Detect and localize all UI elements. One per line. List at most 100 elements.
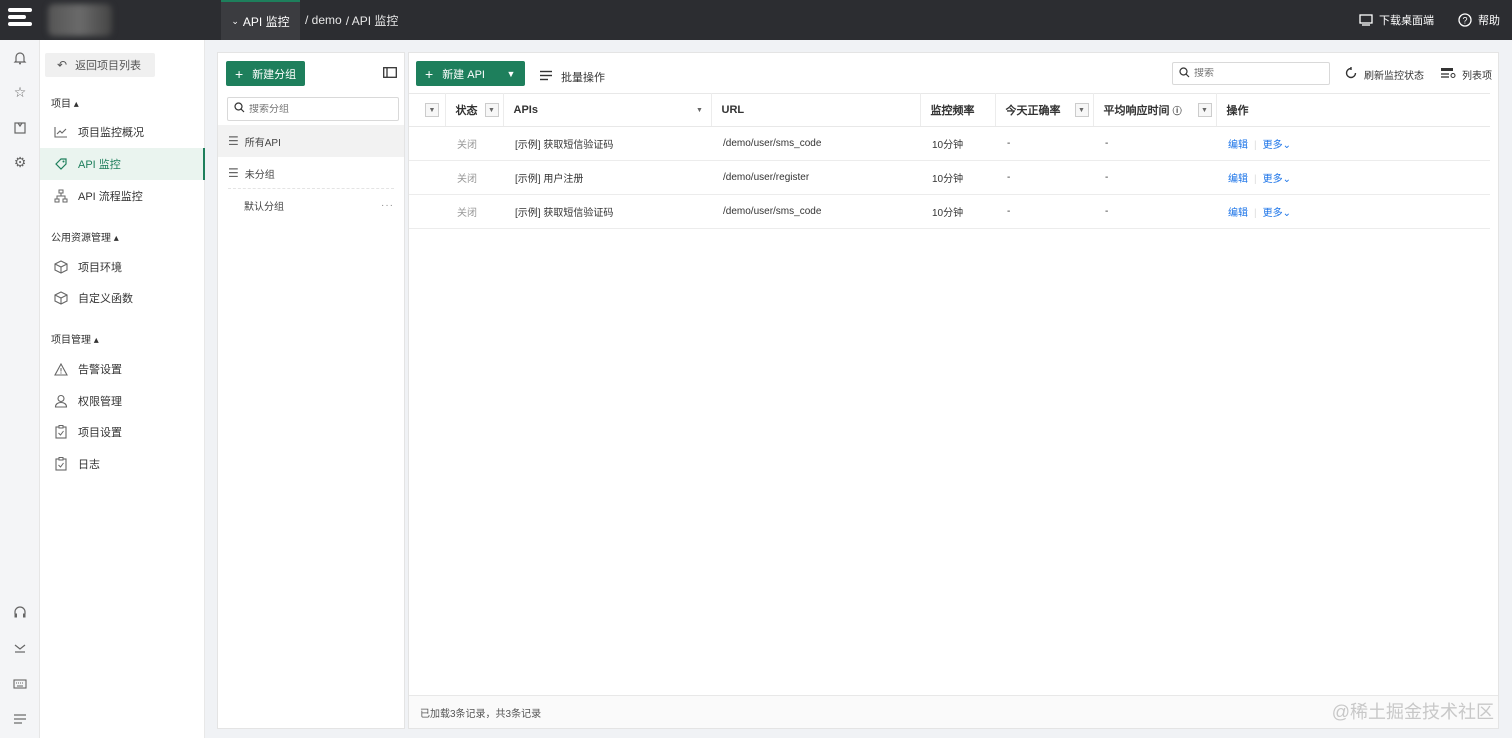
select-column-header: ▼ xyxy=(409,93,446,127)
table-row[interactable]: 关闭 [示例] 用户注册 /demo/user/register 10分钟 - … xyxy=(409,160,1490,195)
sidebar-item-functions[interactable]: 自定义函数 xyxy=(40,282,205,314)
group-item-ungrouped[interactable]: ☰ 未分组 xyxy=(218,157,404,189)
frequency-cell: 10分钟 xyxy=(920,126,995,161)
top-bar: ⌄ API 监控 / demo / API 监控 下载桌面端 ? 帮助 xyxy=(0,0,1512,40)
list-icon xyxy=(539,70,553,84)
section-title-management[interactable]: 项目管理 ▴ xyxy=(51,331,99,346)
new-group-label: 新建分组 xyxy=(252,68,297,81)
api-name-cell[interactable]: [示例] 用户注册 xyxy=(503,160,711,195)
list-icon: ☰ xyxy=(228,166,239,180)
status-cell: 关闭 xyxy=(445,126,503,161)
accuracy-cell: - xyxy=(995,126,1093,161)
dropdown-caret-icon[interactable]: ▼ xyxy=(497,61,525,86)
help-button[interactable]: ? 帮助 xyxy=(1458,12,1500,28)
status-cell: 关闭 xyxy=(445,194,503,229)
column-header-frequency: 监控频率 xyxy=(920,93,996,127)
sidebar-item-environment[interactable]: 项目环境 xyxy=(40,251,205,283)
menu-icon[interactable] xyxy=(11,710,29,728)
icon-rail: ☆ ⚙ xyxy=(0,40,40,738)
back-arrow-icon: ↶ xyxy=(57,58,68,72)
url-cell: /demo/user/sms_code xyxy=(711,126,920,161)
tab-label: API 监控 xyxy=(242,14,290,29)
url-cell: /demo/user/register xyxy=(711,160,920,195)
user-icon xyxy=(54,394,68,408)
plus-icon: + xyxy=(425,65,434,82)
filter-icon[interactable]: ▼ xyxy=(1074,103,1089,117)
table-header-row: ▼ 状态 ▼ APIs ▼ URL 监控频率 今天正确率 ▼ 平均响应时间 ⓘ ▼ 操作 xyxy=(409,93,1490,127)
refresh-status-button[interactable]: 刷新监控状态 xyxy=(1344,65,1424,83)
sidebar-item-settings[interactable]: 项目设置 xyxy=(40,416,205,448)
more-dropdown[interactable]: 更多⌄ xyxy=(1263,174,1291,185)
keyboard-icon[interactable] xyxy=(11,675,29,693)
api-name-cell[interactable]: [示例] 获取短信验证码 xyxy=(503,194,711,229)
svg-text:?: ? xyxy=(1462,16,1467,26)
batch-operation-button[interactable]: 批量操作 xyxy=(539,65,605,89)
new-api-label: 新建 API xyxy=(442,68,485,81)
gear-icon[interactable]: ⚙ xyxy=(11,153,29,171)
edit-link[interactable]: 编辑 xyxy=(1228,140,1248,151)
back-to-projects-button[interactable]: ↶ 返回项目列表 xyxy=(45,53,155,77)
new-api-button[interactable]: + 新建 API ▼ xyxy=(416,61,525,86)
ops-cell: 编辑 | 更多⌄ xyxy=(1216,126,1490,161)
sidebar-item-alerts[interactable]: 告警设置 xyxy=(40,353,205,385)
status-cell: 关闭 xyxy=(445,160,503,195)
headset-icon[interactable] xyxy=(11,603,29,621)
sidebar-item-api-monitor[interactable]: API 监控 xyxy=(40,148,205,180)
sidebar-item-permissions[interactable]: 权限管理 xyxy=(40,385,205,417)
table-row[interactable]: 关闭 [示例] 获取短信验证码 /demo/user/sms_code 10分钟… xyxy=(409,194,1490,229)
list-icon: ☰ xyxy=(228,134,239,148)
cube-icon xyxy=(54,291,68,305)
section-title-resources[interactable]: 公用资源管理 ▴ xyxy=(51,229,119,244)
column-settings-button[interactable]: 列表项 xyxy=(1440,65,1492,83)
sidebar-item-api-flow[interactable]: API 流程监控 xyxy=(40,180,205,212)
logo-icon[interactable] xyxy=(8,8,32,32)
table-row[interactable]: 关闭 [示例] 获取短信验证码 /demo/user/sms_code 10分钟… xyxy=(409,126,1490,161)
more-dropdown[interactable]: 更多⌄ xyxy=(1263,208,1291,219)
collapse-panel-icon[interactable] xyxy=(383,67,397,81)
edit-link[interactable]: 编辑 xyxy=(1228,174,1248,185)
plus-icon: + xyxy=(235,65,244,82)
tab-api-monitor[interactable]: ⌄ API 监控 xyxy=(221,0,300,40)
help-label: 帮助 xyxy=(1478,15,1500,27)
download-desktop-button[interactable]: 下载桌面端 xyxy=(1359,12,1434,28)
column-header-status: 状态 ▼ xyxy=(445,93,504,127)
group-search xyxy=(227,97,399,121)
url-cell: /demo/user/sms_code xyxy=(711,194,920,229)
frequency-cell: 10分钟 xyxy=(920,160,995,195)
api-name-cell[interactable]: [示例] 获取短信验证码 xyxy=(503,126,711,161)
api-search-input[interactable] xyxy=(1194,68,1324,79)
star-icon[interactable]: ☆ xyxy=(11,83,29,101)
group-search-input[interactable] xyxy=(249,103,389,115)
accuracy-cell: - xyxy=(995,160,1093,195)
more-dots-icon[interactable]: ··· xyxy=(381,200,394,211)
sidebar-item-logs[interactable]: 日志 xyxy=(40,448,205,480)
group-item-default[interactable]: 默认分组 ··· xyxy=(218,189,404,221)
sidebar-item-overview[interactable]: 项目监控概况 xyxy=(40,116,205,148)
breadcrumb-project[interactable]: / demo xyxy=(305,13,342,27)
bell-icon[interactable] xyxy=(11,49,29,67)
filter-icon[interactable]: ▼ xyxy=(693,103,707,117)
search-icon xyxy=(234,102,245,116)
avatar[interactable] xyxy=(48,4,112,36)
bag-icon[interactable] xyxy=(11,118,29,136)
download-label: 下载桌面端 xyxy=(1379,15,1434,27)
cube-icon xyxy=(54,260,68,274)
help-icon: ? xyxy=(1458,13,1472,27)
edit-link[interactable]: 编辑 xyxy=(1228,208,1248,219)
refresh-icon xyxy=(1344,66,1358,83)
info-icon[interactable]: ⓘ xyxy=(1173,106,1182,116)
filter-icon[interactable]: ▼ xyxy=(484,103,499,117)
group-panel: + 新建分组 ☰ 所有API ☰ 未分组 默认分组 ··· xyxy=(217,52,405,729)
new-group-button[interactable]: + 新建分组 xyxy=(226,61,305,86)
filter-icon[interactable]: ▼ xyxy=(1197,103,1212,117)
accuracy-cell: - xyxy=(995,194,1093,229)
more-dropdown[interactable]: 更多⌄ xyxy=(1263,140,1291,151)
chevron-down-icon: ⌄ xyxy=(231,15,239,26)
clipboard-icon xyxy=(54,457,68,471)
group-item-all[interactable]: ☰ 所有API xyxy=(218,125,404,157)
column-header-avg-time: 平均响应时间 ⓘ ▼ xyxy=(1093,93,1217,127)
download-icon[interactable] xyxy=(11,639,29,657)
section-title-project[interactable]: 项目 ▴ xyxy=(51,95,79,110)
column-header-apis: APIs ▼ xyxy=(503,93,712,127)
filter-icon[interactable]: ▼ xyxy=(425,103,439,117)
